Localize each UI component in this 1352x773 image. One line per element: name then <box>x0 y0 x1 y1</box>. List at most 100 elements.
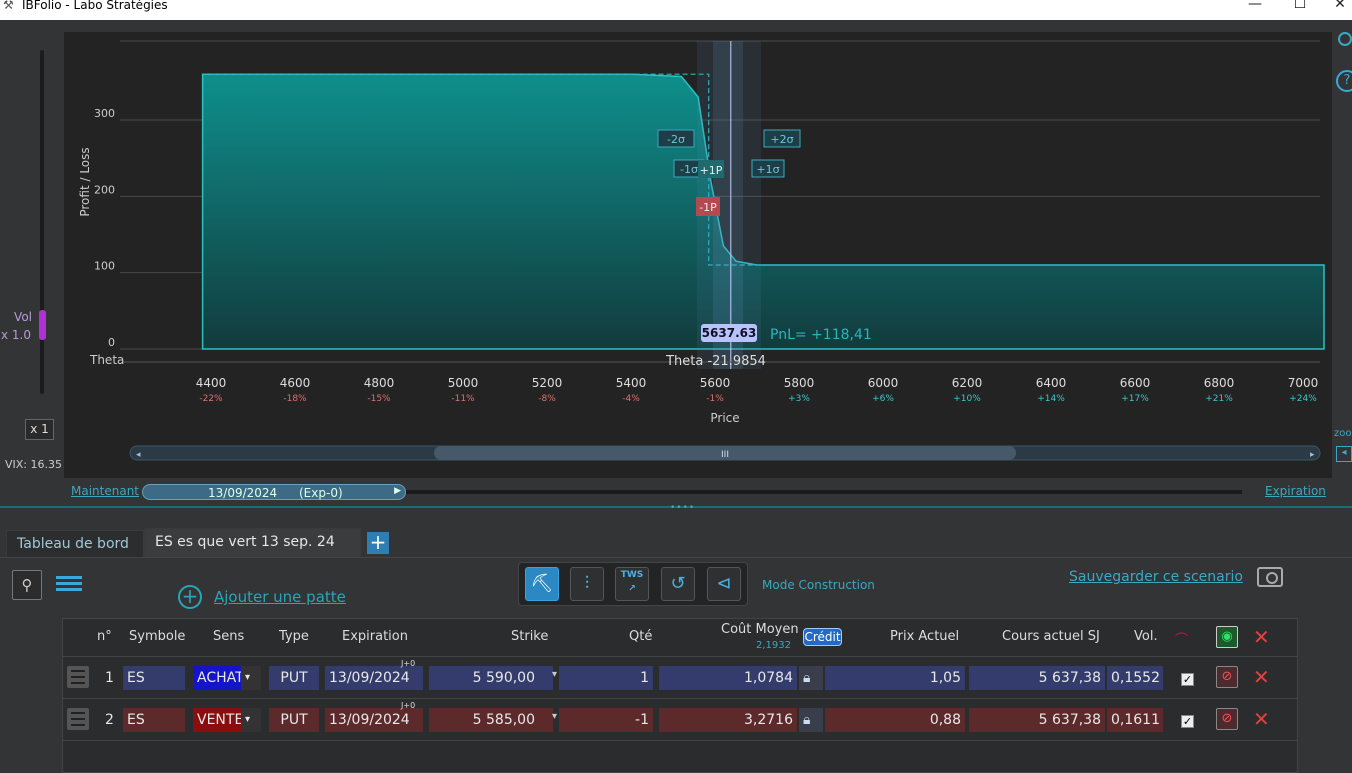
cost-cell[interactable]: 3,2716 <box>659 708 797 732</box>
tws-icon[interactable]: TWS ↗ <box>615 567 649 601</box>
underlying-cell: 5 637,38 <box>969 708 1105 732</box>
time-slider-date: 13/09/2024 <box>208 486 278 500</box>
price-cell: 1,05 <box>825 666 965 690</box>
sens-dropdown-icon[interactable]: ▾ <box>241 708 261 732</box>
x-tick-label: 6000 <box>868 376 899 390</box>
scroll-right-arrow: ▸ <box>1310 450 1315 460</box>
minimize-button[interactable]: — <box>1240 0 1270 12</box>
tab-strategy[interactable]: ES es que vert 13 sep. 24 <box>144 528 361 558</box>
expiration-link[interactable]: Expiration <box>1265 484 1326 498</box>
sliders-icon[interactable]: ⫶ <box>570 567 604 601</box>
y-tick-label: 300 <box>94 107 115 120</box>
lock-icon[interactable]: 🔒︎ <box>799 708 823 732</box>
x-tick-percent: -1% <box>706 394 724 404</box>
strike-cell[interactable]: 5 585,00 <box>429 708 553 732</box>
x-tick-percent: +10% <box>953 394 981 404</box>
vol-slider-track[interactable] <box>40 50 44 394</box>
lock-icon[interactable]: 🔒︎ <box>799 666 823 690</box>
x-tick-label: 4400 <box>196 376 227 390</box>
strike-dropdown-icon[interactable]: ▾ <box>552 711 557 722</box>
mode-label: Mode Construction <box>762 578 875 592</box>
table-row: 2 ES VENTE ▾ PUT 13/09/2024 J+0 5 585,00… <box>63 698 1297 738</box>
play-icon: ▶ <box>394 486 401 496</box>
maximize-button[interactable]: ☐ <box>1285 0 1315 12</box>
share-icon[interactable]: ⊲ <box>707 567 741 601</box>
zoom-collapse-icon[interactable]: ◂ <box>1336 446 1352 462</box>
pnl-area <box>201 73 1325 350</box>
x-tick-percent: +21% <box>1205 394 1233 404</box>
col-price: Prix Actuel <box>890 629 960 644</box>
menu-icon[interactable] <box>56 573 82 595</box>
type-cell[interactable]: PUT <box>269 666 319 690</box>
col-underlying: Cours actuel SJ <box>1002 629 1100 644</box>
sens-cell[interactable]: ACHAT <box>193 666 244 690</box>
hide-eye-icon[interactable]: ⊘ <box>1216 666 1238 688</box>
splitter-grip-icon[interactable]: •••• <box>670 503 695 513</box>
qty-cell[interactable]: -1 <box>559 708 653 732</box>
x-tick-label: 7000 <box>1288 376 1319 390</box>
curve-icon[interactable]: ⌒ <box>1175 629 1188 648</box>
row-checkbox[interactable]: ✓ <box>1181 673 1194 686</box>
col-type: Type <box>279 629 309 644</box>
sens-cell[interactable]: VENTE <box>193 708 243 732</box>
x-tick-percent: -4% <box>622 394 640 404</box>
x-tick-label: 4600 <box>280 376 311 390</box>
delete-row-icon[interactable]: ✕ <box>1253 707 1270 731</box>
pnl-chart[interactable]: 300 200 100 0 4400 -22% 4600 -18% 4800 -15% 5000 -… <box>64 32 1332 478</box>
x-tick-label: 4800 <box>364 376 395 390</box>
vol-slider-handle[interactable] <box>39 310 46 340</box>
pin-icon[interactable]: ⚲ <box>12 570 42 600</box>
scroll-left-arrow: ◂ <box>136 450 141 460</box>
cost-total: 2,1932 <box>756 640 791 651</box>
dte-label: J+0 <box>401 701 416 710</box>
type-cell[interactable]: PUT <box>269 708 319 732</box>
x-tick-percent: +14% <box>1037 394 1065 404</box>
x-tick-label: 6200 <box>952 376 983 390</box>
hide-eye-icon[interactable]: ⊘ <box>1216 708 1238 730</box>
symbol-cell[interactable]: ES <box>123 666 185 690</box>
x-tick-label: 6800 <box>1204 376 1235 390</box>
credit-badge[interactable]: Crédit <box>803 628 842 646</box>
y-tick-label: 200 <box>94 183 115 196</box>
show-all-eye-icon[interactable]: ◉ <box>1216 626 1238 648</box>
cost-cell[interactable]: 1,0784 <box>659 666 797 690</box>
price-cell: 0,88 <box>825 708 965 732</box>
settings-gear-icon[interactable] <box>1338 32 1352 46</box>
history-icon[interactable]: ↺ <box>661 567 695 601</box>
x-tick-label: 6600 <box>1120 376 1151 390</box>
add-circle-icon: + <box>178 585 202 609</box>
pnl-readout: PnL= +118,41 <box>770 327 872 343</box>
tab-dashboard[interactable]: Tableau de bord <box>6 530 144 558</box>
x-tick-label: 5600 <box>700 376 731 390</box>
time-slider-handle[interactable]: 13/09/2024 (Exp-0) ▶ <box>142 484 406 500</box>
delete-all-icon[interactable]: ✕ <box>1253 625 1270 649</box>
vix-readout: VIX: 16.35 <box>5 458 62 471</box>
add-leg-button[interactable]: + Ajouter une patte <box>178 585 346 609</box>
plus-1-sigma-marker: +1σ <box>756 163 779 176</box>
strike-dropdown-icon[interactable]: ▾ <box>552 669 557 680</box>
expiration-cell[interactable]: 13/09/2024 <box>325 708 423 732</box>
row-handle-icon[interactable] <box>67 666 89 688</box>
row-checkbox[interactable]: ✓ <box>1181 715 1194 728</box>
qty-cell[interactable]: 1 <box>559 666 653 690</box>
add-tab-button[interactable]: + <box>367 532 389 554</box>
symbol-cell[interactable]: ES <box>123 708 185 732</box>
x-tick-percent: -18% <box>283 394 307 404</box>
expiration-cell[interactable]: 13/09/2024 <box>325 666 423 690</box>
now-link[interactable]: Maintenant <box>71 484 139 498</box>
pnl-chart-panel[interactable]: 300 200 100 0 4400 -22% 4600 -18% 4800 -15% 5000 -… <box>64 32 1332 478</box>
reset-vol-button[interactable]: x 1 <box>25 419 54 440</box>
help-icon[interactable]: ? <box>1336 70 1352 92</box>
construction-mode-icon[interactable]: ⛏ <box>525 567 559 601</box>
camera-icon[interactable] <box>1257 567 1283 587</box>
close-button[interactable]: ✕ <box>1325 0 1352 12</box>
save-scenario-link[interactable]: Sauvegarder ce scenario <box>1069 569 1243 585</box>
sens-dropdown-icon[interactable]: ▾ <box>241 666 261 690</box>
row-handle-icon[interactable] <box>67 708 89 730</box>
scroll-grip: III <box>721 450 729 460</box>
strike-cell[interactable]: 5 590,00 <box>429 666 553 690</box>
col-cost: Coût Moyen <box>721 622 799 637</box>
delete-row-icon[interactable]: ✕ <box>1253 665 1270 689</box>
x-tick-percent: -11% <box>451 394 475 404</box>
row-n: 1 <box>105 670 114 686</box>
